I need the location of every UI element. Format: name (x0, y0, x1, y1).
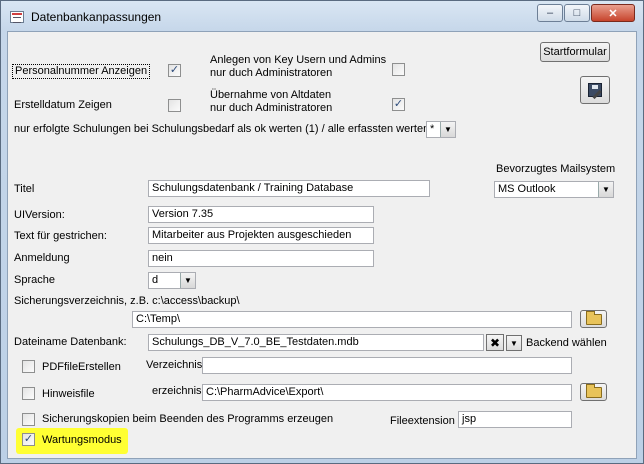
hinweis-checkbox[interactable] (22, 387, 35, 400)
chevron-down-icon[interactable]: ▼ (506, 335, 522, 351)
hinweis-dir-input[interactable]: C:\PharmAdvice\Export\ (202, 384, 572, 401)
sicherung-browse-button[interactable] (580, 310, 607, 328)
hinweis-label: Hinweisfile (42, 388, 95, 400)
key-users-label-line1: Anlegen von Key Usern und Admins (210, 54, 387, 66)
sprache-label: Sprache (14, 274, 55, 286)
altdaten-checkbox[interactable]: ✓ (392, 98, 405, 111)
verzeichnis-label: Verzeichnis (146, 359, 203, 371)
form-body: Personalnummer Anzeigen ✓ Anlegen von Ke… (7, 31, 637, 459)
fileext-input[interactable]: jsp (458, 411, 572, 428)
sicherung-label: Sicherungsverzeichnis, z.B. c:\access\ba… (14, 295, 240, 307)
kopien-checkbox[interactable] (22, 413, 35, 426)
form-icon (10, 11, 24, 23)
mailsystem-select[interactable]: MS Outlook ▼ (494, 181, 614, 198)
dateiname-label: Dateiname Datenbank: (14, 336, 127, 348)
personalnummer-checkbox[interactable]: ✓ (168, 64, 181, 77)
dateiname-input[interactable]: Schulungs_DB_V_7.0_BE_Testdaten.mdb (148, 334, 484, 351)
titel-input[interactable]: Schulungsdatenbank / Training Database (148, 180, 430, 197)
kopien-label: Sicherungskopien beim Beenden des Progra… (42, 413, 334, 425)
altdaten-label-line1: Übernahme von Altdaten (210, 89, 332, 101)
sprache-select[interactable]: d ▼ (148, 272, 196, 289)
gestrichen-input[interactable]: Mitarbeiter aus Projekten ausgeschieden (148, 227, 374, 244)
schulungen-label: nur erfolgte Schulungen bei Schulungsbed… (14, 123, 444, 135)
mailsystem-label: Bevorzugtes Mailsystem (496, 163, 616, 175)
verzeichnis-input[interactable] (202, 357, 572, 374)
wartungsmodus-checkbox[interactable]: ✓ (22, 433, 35, 446)
hinweis-browse-button[interactable] (580, 383, 607, 401)
pdf-checkbox[interactable] (22, 360, 35, 373)
personalnummer-label: Personalnummer Anzeigen (12, 64, 151, 79)
pdf-label: PDFfileErstellen (42, 361, 121, 373)
save-edit-button[interactable] (580, 76, 610, 104)
schulungen-value: * (430, 123, 435, 135)
clear-icon[interactable]: ✖ (486, 334, 504, 351)
sicherung-input[interactable]: C:\Temp\ (132, 311, 572, 328)
titel-label: Titel (14, 183, 35, 195)
erstelldatum-checkbox[interactable] (168, 99, 181, 112)
schulungen-select[interactable]: * ▼ (426, 121, 456, 138)
settings-window: Datenbankanpassungen – □ ✕ Personalnumme… (0, 0, 644, 464)
folder-icon (585, 383, 602, 398)
fileext-label: Fileextension (390, 415, 455, 427)
mailsystem-value: MS Outlook (498, 183, 556, 195)
chevron-down-icon[interactable]: ▼ (598, 182, 613, 197)
uiversion-input[interactable]: Version 7.35 (148, 206, 374, 223)
key-users-label-line2: nur duch Administratoren (210, 67, 333, 79)
hinweis-dir-label: erzeichnis (152, 385, 202, 397)
maximize-button[interactable]: □ (564, 4, 590, 22)
chevron-down-icon[interactable]: ▼ (180, 273, 195, 288)
uiversion-label: UIVersion: (14, 209, 65, 221)
altdaten-label-line2: nur duch Administratoren (210, 102, 333, 114)
wartungsmodus-label: Wartungsmodus (42, 434, 122, 446)
anmeldung-input[interactable]: nein (148, 250, 374, 267)
title-bar: Datenbankanpassungen – □ ✕ (1, 1, 643, 31)
window-title: Datenbankanpassungen (31, 10, 162, 24)
minimize-button[interactable]: – (537, 4, 563, 22)
close-button[interactable]: ✕ (591, 4, 635, 22)
backend-waehlen-label[interactable]: Backend wählen (526, 337, 607, 350)
erstelldatum-label: Erstelldatum Zeigen (14, 99, 112, 111)
anmeldung-label: Anmeldung (14, 252, 70, 264)
chevron-down-icon[interactable]: ▼ (440, 122, 455, 137)
key-users-checkbox[interactable] (392, 63, 405, 76)
sprache-value: d (152, 274, 159, 286)
startformular-button[interactable]: Startformular (540, 42, 610, 62)
gestrichen-label: Text für gestrichen: (14, 230, 107, 242)
folder-icon (585, 310, 602, 325)
